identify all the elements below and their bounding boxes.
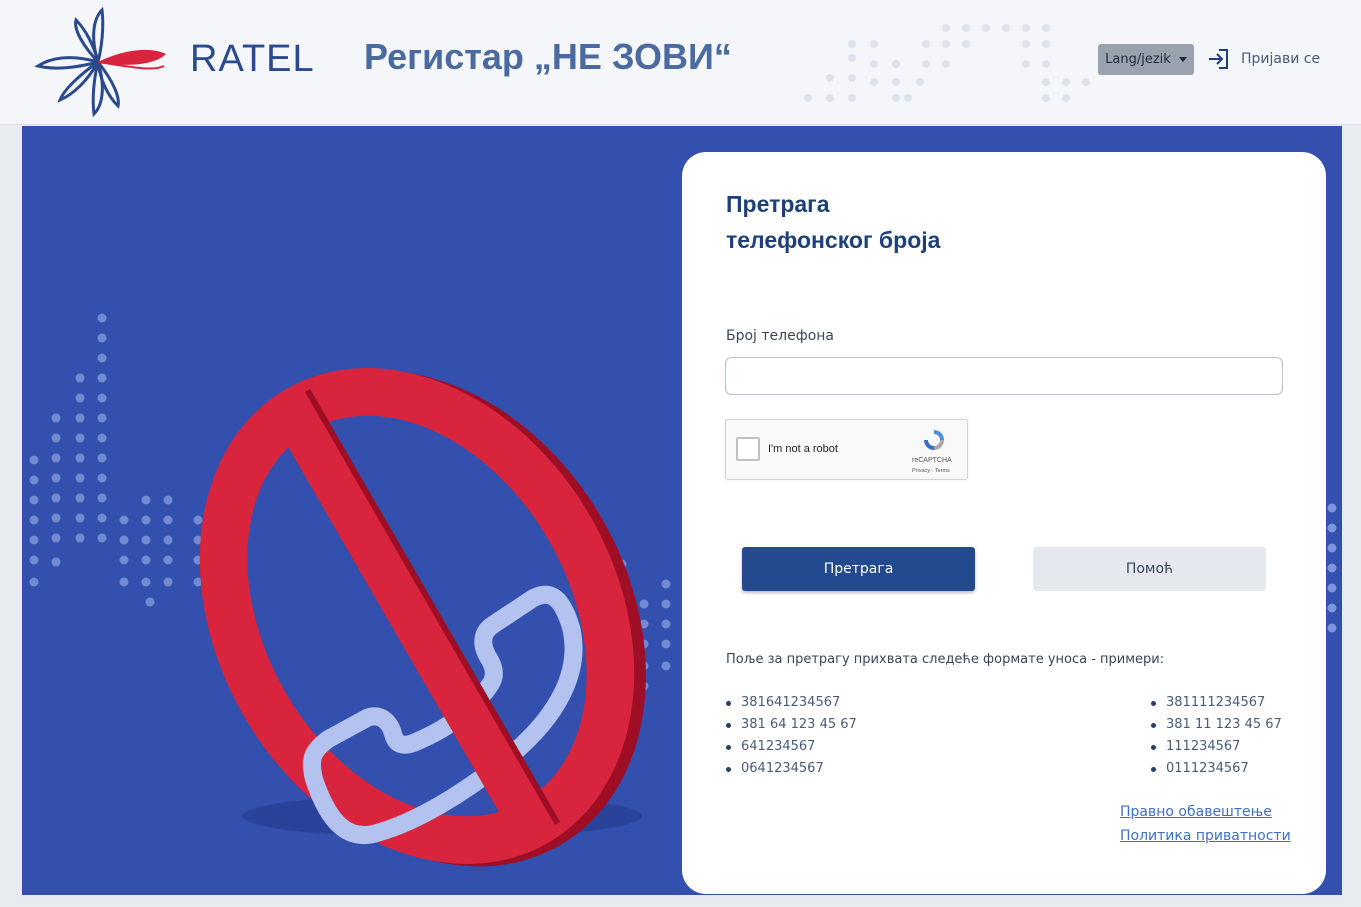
list-item: 381111234567 bbox=[1151, 692, 1282, 714]
language-dropdown-label: Lang/jezik bbox=[1105, 52, 1171, 67]
header: RATEL Регистар „НЕ ЗОВИ“ Lang/jezik Приј… bbox=[0, 0, 1361, 125]
login-link[interactable]: Пријави се bbox=[1207, 48, 1320, 70]
phone-field-label: Број телефона bbox=[726, 328, 834, 344]
search-card: Претрага телефонског броја Број телефона… bbox=[682, 152, 1326, 894]
privacy-policy-link[interactable]: Политика приватности bbox=[1120, 828, 1291, 844]
list-item: 381 11 123 45 67 bbox=[1151, 714, 1282, 736]
recaptcha-terms[interactable]: Privacy - Terms bbox=[912, 468, 950, 474]
card-title-line-1: Претрага bbox=[726, 191, 830, 217]
list-item: 381 64 123 45 67 bbox=[726, 714, 857, 736]
recaptcha-widget: I'm not a robot reCAPTCHA Privacy - Term… bbox=[725, 419, 968, 480]
formats-note: Поље за претрагу прихвата следеће формат… bbox=[726, 652, 1165, 667]
ratel-logo[interactable] bbox=[30, 6, 170, 118]
list-item: 0641234567 bbox=[726, 758, 857, 780]
list-item: 641234567 bbox=[726, 736, 857, 758]
list-item: 111234567 bbox=[1151, 736, 1282, 758]
recaptcha-icon bbox=[924, 430, 944, 450]
card-title: Претрага телефонског броја bbox=[726, 186, 1046, 258]
login-label: Пријави се bbox=[1241, 51, 1321, 67]
search-button[interactable]: Претрага bbox=[742, 547, 975, 591]
login-icon bbox=[1209, 49, 1228, 69]
legal-notice-link[interactable]: Правно обавештење bbox=[1120, 804, 1272, 820]
decorative-dots bbox=[804, 24, 1090, 102]
recaptcha-brand: reCAPTCHA bbox=[912, 457, 952, 464]
recaptcha-label: I'm not a robot bbox=[768, 443, 838, 455]
examples-list-right: 381111234567 381 11 123 45 67 111234567 … bbox=[1151, 692, 1282, 780]
language-dropdown-button[interactable]: Lang/jezik bbox=[1098, 44, 1194, 75]
list-item: 381641234567 bbox=[726, 692, 857, 714]
list-item: 0111234567 bbox=[1151, 758, 1282, 780]
logo-text: RATEL bbox=[190, 38, 315, 80]
phone-number-input[interactable] bbox=[725, 357, 1283, 395]
help-button[interactable]: Помоћ bbox=[1033, 547, 1266, 591]
examples-list-left: 381641234567 381 64 123 45 67 641234567 … bbox=[726, 692, 857, 780]
recaptcha-checkbox[interactable] bbox=[736, 437, 760, 461]
card-title-line-2: телефонског броја bbox=[726, 227, 941, 253]
app-title: Регистар „НЕ ЗОВИ“ bbox=[364, 36, 732, 77]
forbidden-call-illustration bbox=[29, 313, 671, 867]
chevron-down-icon bbox=[1178, 57, 1187, 62]
